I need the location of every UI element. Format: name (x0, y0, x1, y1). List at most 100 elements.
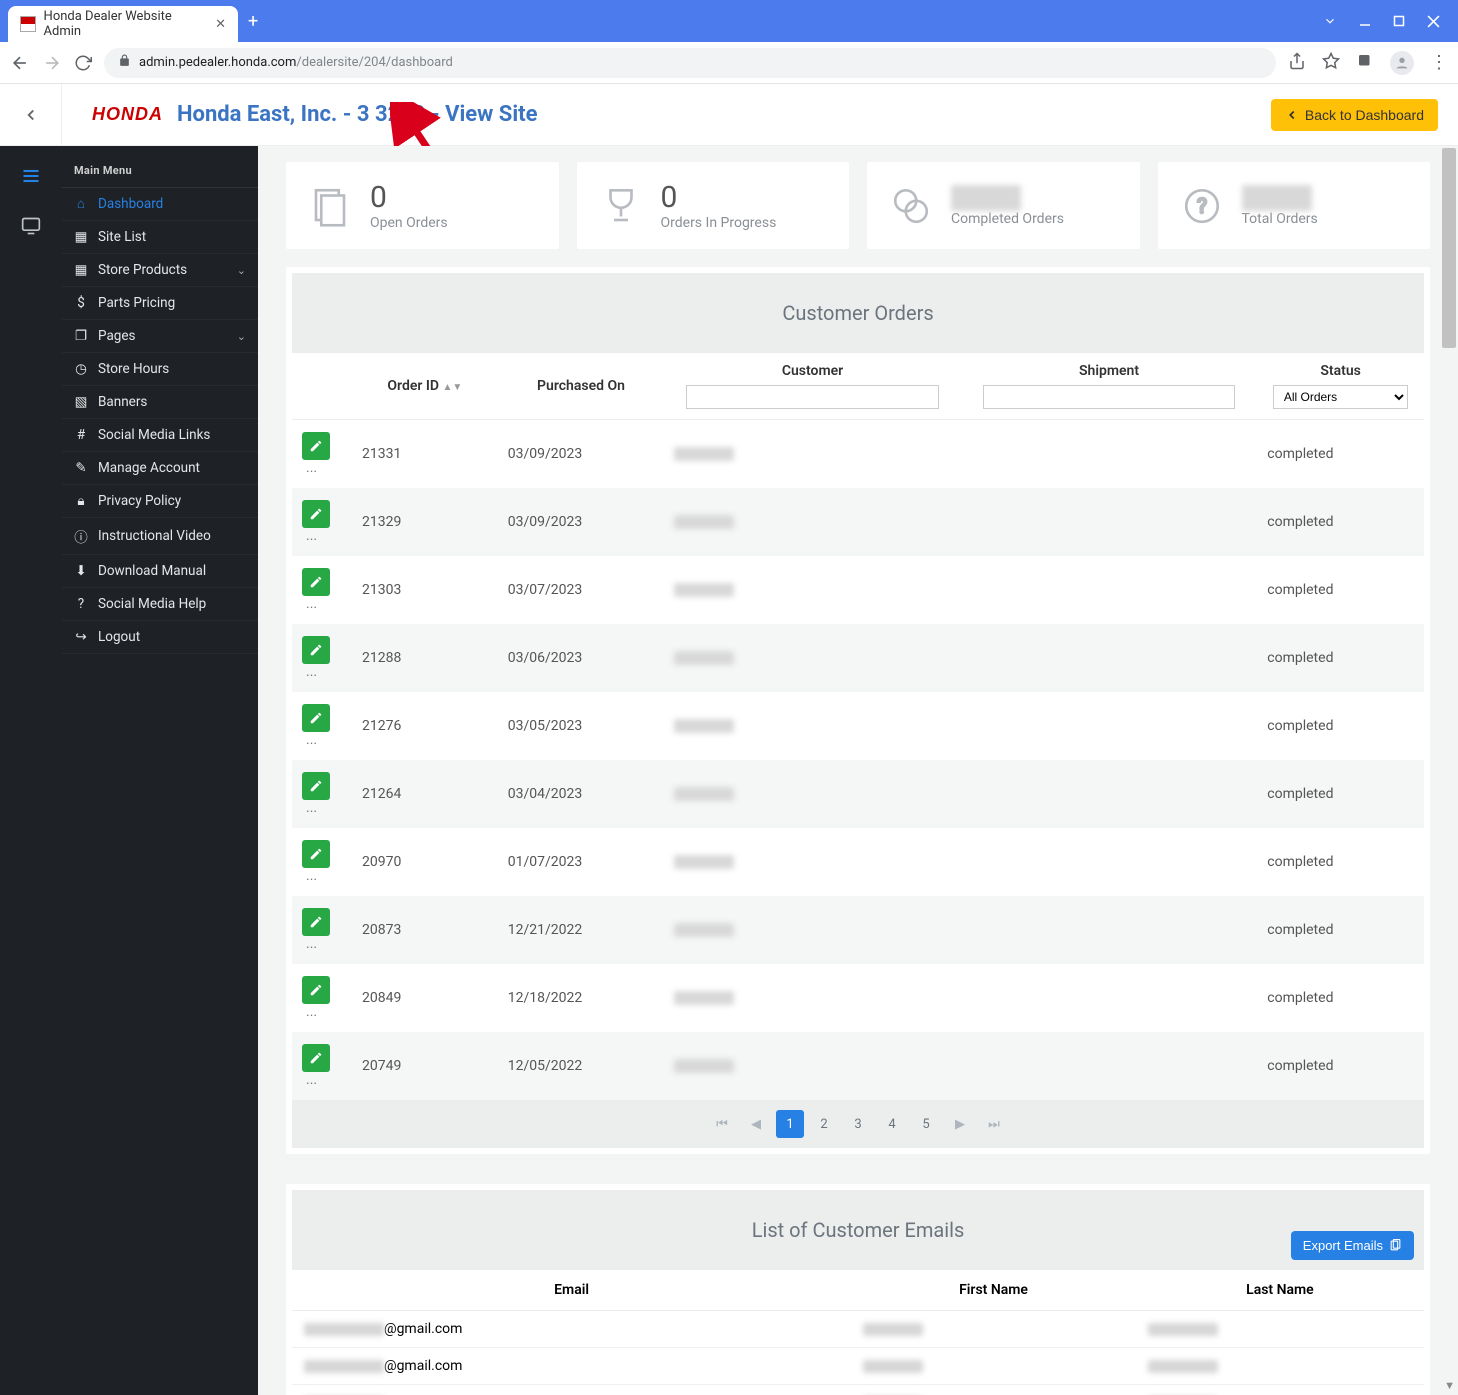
cell-customer (674, 583, 734, 597)
back-button[interactable] (10, 53, 30, 73)
pager-page-2[interactable]: 2 (810, 1110, 838, 1138)
edit-button[interactable] (302, 976, 330, 1004)
page-title[interactable]: Honda East, Inc. - 3 3239 - View Site (177, 102, 537, 127)
sidebar-item-label: Privacy Policy (98, 493, 181, 509)
new-tab-button[interactable]: + (248, 11, 258, 32)
more-icon[interactable]: ... (302, 732, 317, 748)
pager-next[interactable]: ⏭ (980, 1110, 1008, 1138)
cell-email: @list.ru (292, 1385, 851, 1395)
shipment-filter-input[interactable] (983, 385, 1235, 409)
sidebar-item-pages[interactable]: ❐Pages⌄ (62, 320, 258, 353)
header-back-icon[interactable] (0, 84, 62, 145)
browser-address-bar: admin.pedealer.honda.com/dealersite/204/… (0, 42, 1458, 84)
share-icon[interactable] (1288, 52, 1306, 74)
cell-customer (674, 991, 734, 1005)
sidebar-item-privacy-policy[interactable]: 🔒︎Privacy Policy (62, 485, 258, 518)
table-row: ...2128803/06/2023completed (292, 624, 1424, 692)
more-icon[interactable]: ... (302, 596, 317, 612)
grid-icon: ▦ (74, 229, 88, 245)
customer-filter-input[interactable] (686, 385, 938, 409)
sidebar-item-logout[interactable]: ↪Logout (62, 621, 258, 654)
sidebar-item-download-manual[interactable]: ⬇Download Manual (62, 555, 258, 588)
more-icon[interactable]: ... (302, 528, 317, 544)
edit-button[interactable] (302, 432, 330, 460)
hamburger-icon[interactable] (21, 166, 41, 186)
maximize-button[interactable] (1393, 15, 1405, 27)
scrollbar[interactable] (1440, 146, 1458, 446)
sidebar-item-banners[interactable]: ▧Banners (62, 386, 258, 419)
col-purchased-on[interactable]: Purchased On (498, 353, 665, 420)
more-icon[interactable]: ... (302, 664, 317, 680)
browser-tab[interactable]: Honda Dealer Website Admin ✕ (8, 6, 238, 42)
edit-button[interactable] (302, 500, 330, 528)
content-area: 0Open Orders0Orders In ProgressCompleted… (258, 146, 1458, 1395)
sidebar-item-site-list[interactable]: ▦Site List (62, 221, 258, 254)
browser-titlebar: Honda Dealer Website Admin ✕ + (0, 0, 1458, 42)
minimize-button[interactable] (1359, 15, 1371, 27)
svg-text:?: ? (1197, 195, 1207, 219)
stat-card-completed-orders: Completed Orders (867, 162, 1140, 249)
cell-customer (674, 855, 734, 869)
export-emails-button[interactable]: Export Emails (1291, 1231, 1414, 1260)
more-icon[interactable]: ... (302, 460, 317, 476)
col-shipment: Shipment (961, 353, 1258, 420)
edit-button[interactable] (302, 908, 330, 936)
close-window-button[interactable] (1427, 15, 1440, 28)
cell-date: 03/09/2023 (498, 488, 665, 556)
sidebar-item-label: Parts Pricing (98, 295, 175, 311)
scroll-down-icon[interactable]: ▼ (1444, 1379, 1455, 1392)
back-to-dashboard-button[interactable]: Back to Dashboard (1271, 99, 1438, 131)
pager-page-5[interactable]: 5 (912, 1110, 940, 1138)
cell-shipment (961, 896, 1258, 964)
edit-button[interactable] (302, 704, 330, 732)
sidebar-item-instructional-video[interactable]: ⓘInstructional Video (62, 518, 258, 555)
col-order-id[interactable]: Order ID ▲▼ (352, 353, 498, 420)
edit-button[interactable] (302, 636, 330, 664)
sidebar-item-social-media-help[interactable]: ?Social Media Help (62, 588, 258, 621)
pager-page-1[interactable]: 1 (776, 1110, 804, 1138)
sidebar-item-store-products[interactable]: ▦Store Products⌄ (62, 254, 258, 287)
more-icon[interactable]: ... (302, 868, 317, 884)
cell-date: 12/18/2022 (498, 964, 665, 1032)
pager-next[interactable]: ▶ (946, 1110, 974, 1138)
sidebar-item-parts-pricing[interactable]: $ Parts Pricing (62, 287, 258, 320)
stat-label: Total Orders (1242, 211, 1318, 227)
hash-icon: # (74, 427, 88, 443)
pager-prev[interactable]: ◀ (742, 1110, 770, 1138)
url-input[interactable]: admin.pedealer.honda.com/dealersite/204/… (104, 48, 1276, 78)
pager-page-4[interactable]: 4 (878, 1110, 906, 1138)
pager-page-3[interactable]: 3 (844, 1110, 872, 1138)
monitor-icon[interactable] (21, 216, 41, 236)
browser-menu-icon[interactable]: ⋮ (1430, 52, 1448, 73)
status-filter-select[interactable]: All Orders (1273, 385, 1409, 409)
more-icon[interactable]: ... (302, 800, 317, 816)
sidebar-item-store-hours[interactable]: ◷Store Hours (62, 353, 258, 386)
edit-button[interactable] (302, 1044, 330, 1072)
edit-button[interactable] (302, 772, 330, 800)
edit-button[interactable] (302, 840, 330, 868)
sidebar-item-social-media-links[interactable]: #Social Media Links (62, 419, 258, 452)
cell-date: 03/04/2023 (498, 760, 665, 828)
forward-button[interactable] (42, 53, 62, 73)
close-tab-icon[interactable]: ✕ (215, 17, 226, 32)
more-icon[interactable]: ... (302, 1072, 317, 1088)
cell-shipment (961, 760, 1258, 828)
reload-button[interactable] (74, 54, 92, 72)
sidebar-item-manage-account[interactable]: ✎Manage Account (62, 452, 258, 485)
cell-customer (674, 515, 734, 529)
chevron-down-icon[interactable] (1323, 14, 1337, 28)
sidebar-item-dashboard[interactable]: ⌂Dashboard (62, 188, 258, 221)
dollar-icon: $ (74, 295, 88, 311)
extensions-icon[interactable] (1356, 52, 1374, 74)
pager-prev[interactable]: ⏮ (708, 1110, 736, 1138)
sidebar-item-label: Download Manual (98, 563, 206, 579)
cell-order-id: 21331 (352, 420, 498, 489)
cell-status: completed (1257, 896, 1424, 964)
sidebar-item-label: Dashboard (98, 196, 163, 212)
more-icon[interactable]: ... (302, 1004, 317, 1020)
profile-avatar[interactable] (1390, 51, 1414, 75)
bookmark-icon[interactable] (1322, 52, 1340, 74)
edit-button[interactable] (302, 568, 330, 596)
more-icon[interactable]: ... (302, 936, 317, 952)
honda-logo: HONDA (92, 104, 163, 125)
